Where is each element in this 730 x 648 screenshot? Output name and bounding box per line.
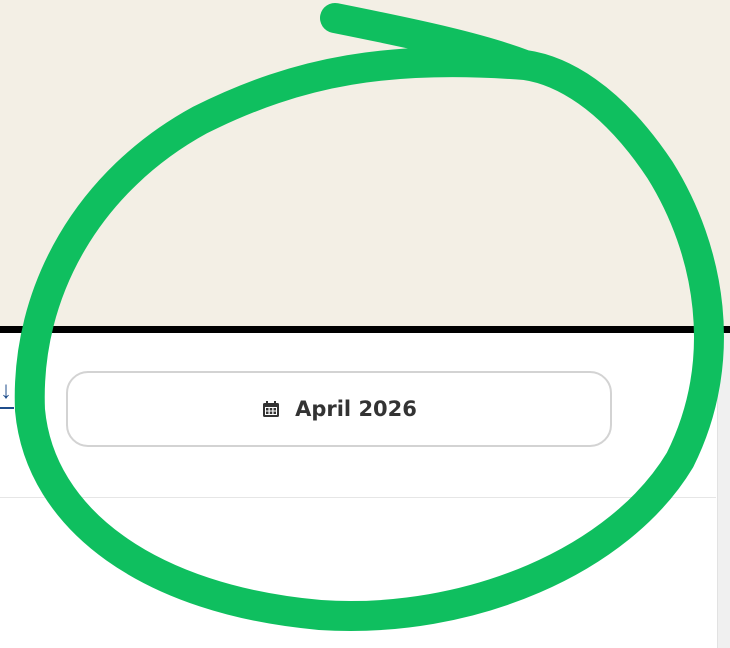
- page-background: [0, 0, 730, 326]
- calendar-icon: [261, 399, 281, 419]
- selected-month-label: April 2026: [295, 397, 417, 421]
- app-panel: ↓ April 2026: [0, 326, 730, 648]
- month-selector-button[interactable]: April 2026: [66, 371, 612, 447]
- vertical-scrollbar[interactable]: [717, 333, 730, 648]
- header-divider: [0, 497, 716, 498]
- partial-link[interactable]: ↓: [0, 375, 14, 409]
- screenshot-stage: ↓ April 2026: [0, 0, 730, 648]
